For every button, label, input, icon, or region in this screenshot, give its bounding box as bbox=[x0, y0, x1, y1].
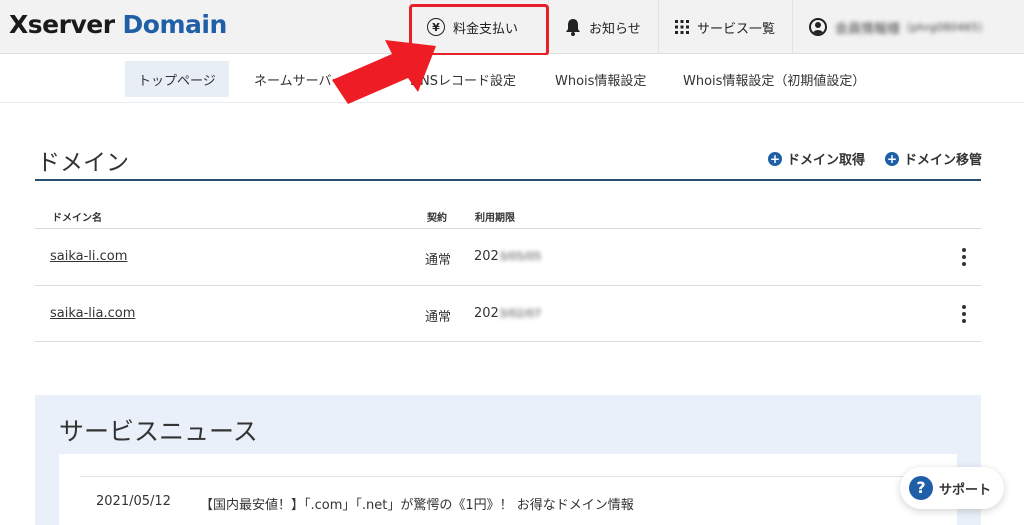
news-label: お知らせ bbox=[589, 21, 641, 37]
row-divider bbox=[35, 285, 981, 286]
expiry-date-1: 2023/05/05 bbox=[474, 249, 541, 264]
row-menu-kebab-icon[interactable] bbox=[962, 248, 966, 269]
column-header-domain: ドメイン名 bbox=[52, 213, 102, 224]
news-item-link[interactable]: 【国内最安値！】「.com」「.net」が驚愕の《1円》！ お得なドメイン情報 bbox=[200, 494, 634, 513]
services-label: サービス一覧 bbox=[697, 21, 776, 37]
plus-icon: + bbox=[767, 151, 782, 166]
user-name: 会員情報様 bbox=[835, 21, 901, 37]
acquire-domain-label: ドメイン取得 bbox=[786, 153, 865, 168]
grid-icon bbox=[675, 20, 689, 34]
logo[interactable]: Xserver Domain bbox=[9, 10, 227, 39]
transfer-domain-label: ドメイン移管 bbox=[903, 153, 982, 168]
expiry-blurred-2: 3/02/07 bbox=[498, 307, 542, 320]
news-link[interactable]: お知らせ bbox=[548, 0, 658, 54]
tab-whois[interactable]: Whois情報設定 bbox=[542, 61, 659, 97]
support-button[interactable]: ? サポート bbox=[900, 467, 1004, 509]
service-news-list bbox=[59, 454, 957, 525]
row-divider bbox=[35, 341, 981, 342]
support-label: サポート bbox=[939, 482, 992, 498]
logo-domain: Domain bbox=[122, 10, 228, 39]
domain-name-1[interactable]: saika-li.com bbox=[50, 249, 127, 264]
contract-type-1: 通常 bbox=[425, 253, 452, 268]
tab-top-page[interactable]: トップページ bbox=[125, 61, 229, 97]
question-icon: ? bbox=[909, 476, 933, 500]
acquire-domain-button[interactable]: + ドメイン取得 bbox=[767, 149, 865, 168]
column-header-expiry: 利用期限 bbox=[475, 213, 515, 224]
expiry-visible-1: 202 bbox=[474, 249, 499, 264]
table-row-domain-link[interactable]: saika-lia.com bbox=[50, 306, 135, 321]
row-divider bbox=[35, 228, 981, 229]
domain-actions: + ドメイン取得 + ドメイン移管 bbox=[767, 149, 982, 168]
service-news-title: サービスニュース bbox=[59, 417, 258, 446]
expiry-blurred-1: 3/05/05 bbox=[498, 250, 542, 263]
user-menu[interactable]: 会員情報様 （phrg080465） bbox=[792, 0, 1024, 54]
expiry-visible-2: 202 bbox=[474, 306, 499, 321]
row-menu-kebab-icon[interactable] bbox=[962, 305, 966, 326]
table-row-domain-link[interactable]: saika-li.com bbox=[50, 249, 127, 264]
services-link[interactable]: サービス一覧 bbox=[658, 0, 792, 54]
plus-icon: + bbox=[884, 151, 899, 166]
expiry-date-2: 2023/02/07 bbox=[474, 306, 541, 321]
user-icon bbox=[809, 18, 827, 36]
sub-navigation: トップページ ネームサーバー DNSレコード設定 Whois情報設定 Whois… bbox=[0, 55, 1024, 103]
user-id: （phrg080465） bbox=[900, 21, 990, 34]
column-header-contract: 契約 bbox=[427, 213, 447, 224]
contract-type-2: 通常 bbox=[425, 310, 452, 325]
section-divider bbox=[35, 179, 981, 181]
news-divider bbox=[80, 476, 938, 477]
transfer-domain-button[interactable]: + ドメイン移管 bbox=[884, 149, 982, 168]
bell-icon bbox=[565, 18, 581, 36]
logo-xserver: Xserver bbox=[9, 10, 115, 39]
news-item-date: 2021/05/12 bbox=[96, 494, 171, 509]
red-arrow-icon bbox=[332, 40, 436, 104]
domain-name-2[interactable]: saika-lia.com bbox=[50, 306, 135, 321]
domain-section-title: ドメイン bbox=[37, 150, 129, 176]
tab-whois-default[interactable]: Whois情報設定（初期値設定） bbox=[670, 61, 878, 97]
